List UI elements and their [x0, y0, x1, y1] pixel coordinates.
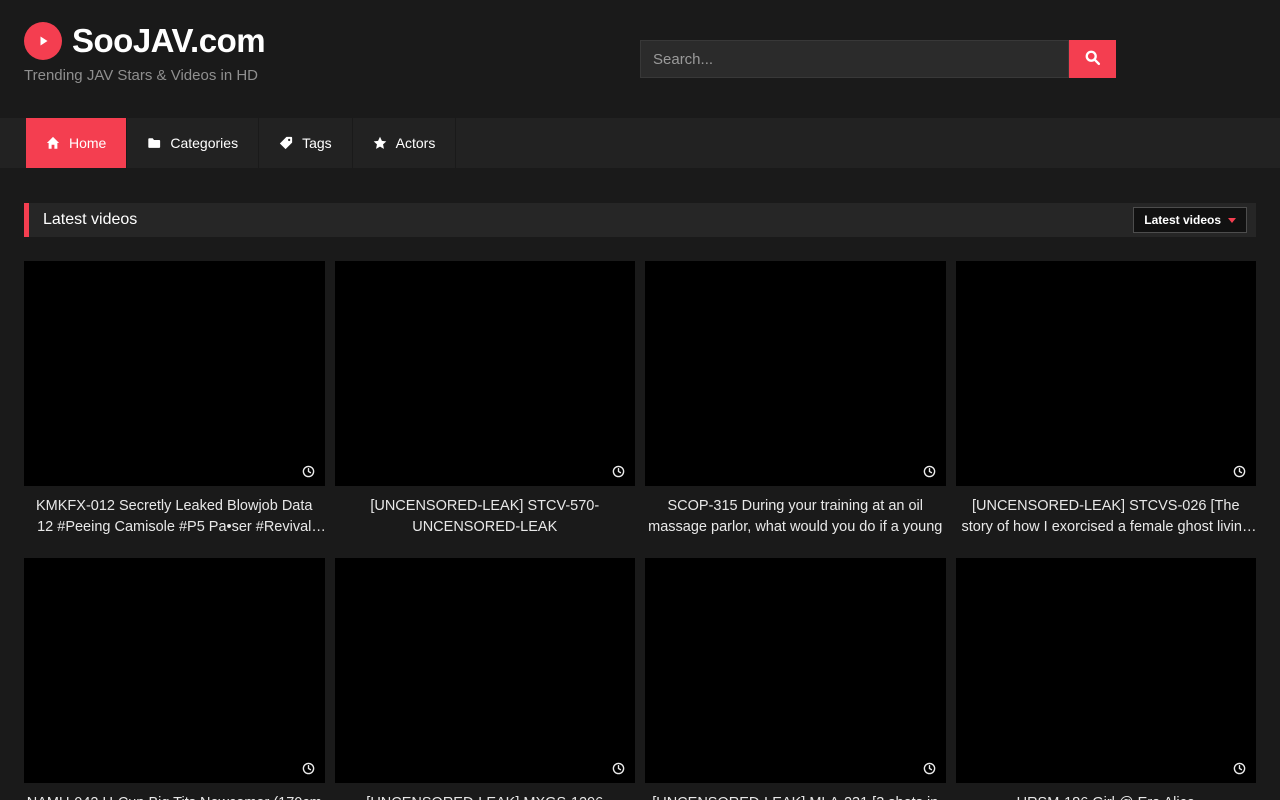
clock-icon — [1233, 465, 1246, 478]
video-card[interactable]: [UNCENSORED-LEAK] STCV-570-UNCENSORED-LE… — [335, 261, 636, 538]
play-icon — [24, 22, 62, 60]
nav-item-home[interactable]: Home — [26, 118, 127, 168]
video-card[interactable]: URSM-186 Girl @ Era Alice — [956, 558, 1257, 800]
video-thumbnail — [24, 558, 325, 783]
caret-down-icon — [1228, 218, 1236, 223]
clock-icon — [923, 465, 936, 478]
search-input[interactable] — [640, 40, 1069, 78]
video-title: [UNCENSORED-LEAK] MXGS-1296 Absolutely — [335, 793, 636, 800]
video-card[interactable]: [UNCENSORED-LEAK] STCVS-026 [The story o… — [956, 261, 1257, 538]
video-card[interactable]: SCOP-315 During your training at an oil … — [645, 261, 946, 538]
video-thumbnail — [645, 558, 946, 783]
folder-icon — [147, 136, 161, 150]
video-title: [UNCENSORED-LEAK] STCV-570-UNCENSORED-LE… — [335, 496, 636, 538]
video-thumbnail — [335, 558, 636, 783]
video-grid: KMKFX-012 Secretly Leaked Blowjob Data 1… — [24, 261, 1256, 800]
video-card[interactable]: [UNCENSORED-LEAK] MLA-231 [3 shots in — [645, 558, 946, 800]
site-name: SooJAV.com — [72, 22, 265, 60]
video-title: NAMU-042 U-Cup Big Tits Newcomer (170cm … — [24, 793, 325, 800]
tag-icon — [279, 136, 293, 150]
main-content: Latest videos Latest videos KMKFX-012 Se… — [0, 203, 1280, 800]
star-icon — [373, 136, 387, 150]
nav-item-tags[interactable]: Tags — [259, 118, 353, 168]
video-title: [UNCENSORED-LEAK] MLA-231 [3 shots in — [645, 793, 946, 800]
video-card[interactable]: [UNCENSORED-LEAK] MXGS-1296 Absolutely — [335, 558, 636, 800]
video-title: URSM-186 Girl @ Era Alice — [956, 793, 1257, 800]
sort-dropdown[interactable]: Latest videos — [1133, 207, 1247, 233]
nav-item-actors[interactable]: Actors — [353, 118, 457, 168]
clock-icon — [1233, 762, 1246, 775]
clock-icon — [302, 762, 315, 775]
search-form — [640, 40, 1116, 78]
nav-item-categories[interactable]: Categories — [127, 118, 259, 168]
video-thumbnail — [335, 261, 636, 486]
video-card[interactable]: NAMU-042 U-Cup Big Tits Newcomer (170cm … — [24, 558, 325, 800]
video-thumbnail — [956, 261, 1257, 486]
clock-icon — [612, 465, 625, 478]
clock-icon — [923, 762, 936, 775]
video-title: SCOP-315 During your training at an oil … — [645, 496, 946, 538]
video-thumbnail — [24, 261, 325, 486]
video-thumbnail — [956, 558, 1257, 783]
section-title: Latest videos — [43, 211, 137, 229]
clock-icon — [612, 762, 625, 775]
clock-icon — [302, 465, 315, 478]
video-title: [UNCENSORED-LEAK] STCVS-026 [The story o… — [956, 496, 1257, 538]
video-thumbnail — [645, 261, 946, 486]
search-button[interactable] — [1069, 40, 1116, 78]
site-header: SooJAV.com Trending JAV Stars & Videos i… — [0, 0, 1280, 118]
video-title: KMKFX-012 Secretly Leaked Blowjob Data 1… — [24, 496, 325, 538]
home-icon — [46, 136, 60, 150]
main-nav: Home Categories Tags Actors — [0, 118, 1280, 168]
section-header: Latest videos Latest videos — [24, 203, 1256, 237]
search-icon — [1084, 49, 1101, 69]
video-card[interactable]: KMKFX-012 Secretly Leaked Blowjob Data 1… — [24, 261, 325, 538]
site-logo[interactable]: SooJAV.com — [24, 22, 265, 60]
sort-dropdown-label: Latest videos — [1144, 213, 1221, 227]
